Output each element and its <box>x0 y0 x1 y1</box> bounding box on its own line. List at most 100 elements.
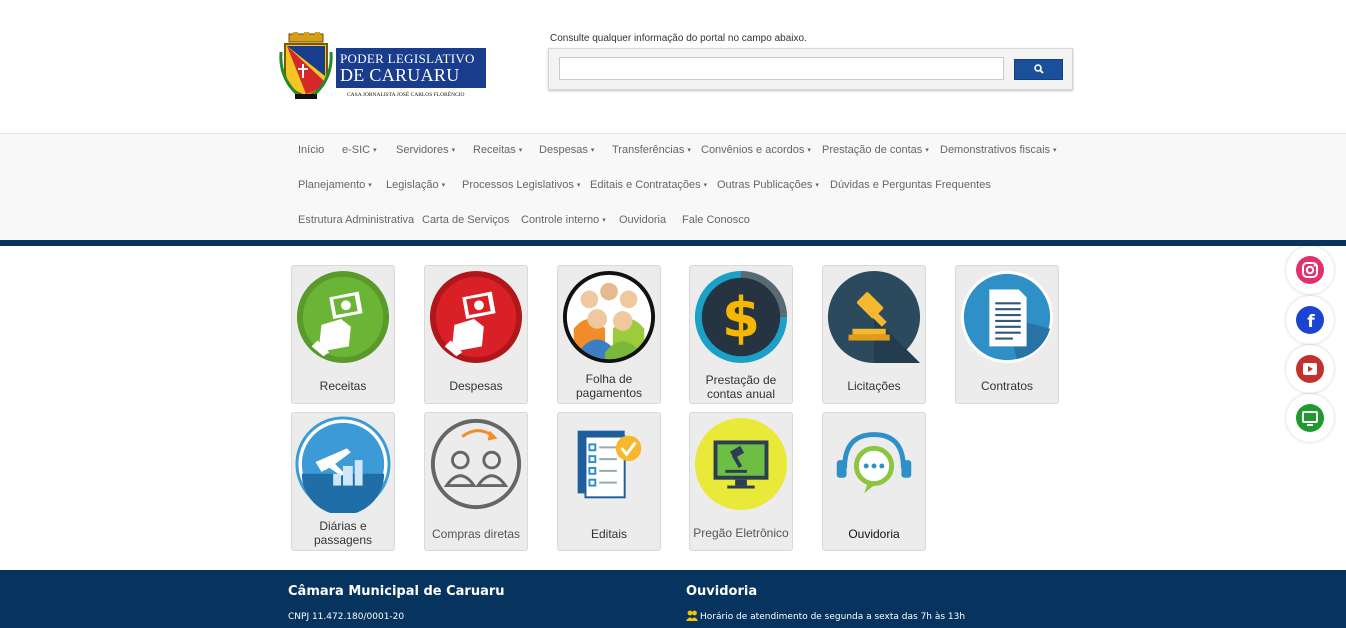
nav-item-label: Início <box>298 144 325 156</box>
tile-label: Diárias e passagens <box>313 519 373 547</box>
logo-subtitle: CASA JORNALISTA JOSÉ CARLOS FLORÊNCIO <box>347 92 465 98</box>
tile-label: Pregão Eletrônico <box>693 526 789 540</box>
search-button[interactable] <box>1014 59 1063 80</box>
tile-compras-diretas[interactable]: Compras diretas <box>424 412 528 551</box>
tv-icon <box>1296 404 1324 432</box>
tile-pregao-eletronico[interactable]: Pregão Eletrônico <box>689 412 793 551</box>
nav-item-label: Controle interno <box>521 214 600 226</box>
checklist-icon <box>577 430 642 499</box>
site-footer: Câmara Municipal de Caruaru CNPJ 11.472.… <box>0 570 1346 628</box>
nav-item-label: Carta de Serviços <box>422 214 510 226</box>
nav-item[interactable]: Processos Legislativos ▾ <box>462 179 580 191</box>
nav-item-label: Fale Conosco <box>682 214 750 226</box>
caret-down-icon: ▾ <box>815 182 819 189</box>
caret-down-icon: ▾ <box>441 182 446 189</box>
search-form <box>548 48 1073 90</box>
instagram-link[interactable] <box>1286 246 1334 294</box>
money-hand-icon <box>296 270 390 364</box>
tile-receitas[interactable]: Receitas <box>291 265 395 404</box>
footer-cnpj: CNPJ 11.472.180/0001-20 <box>288 612 405 622</box>
dollar-icon: $ <box>694 270 788 364</box>
site-logo[interactable]: PODER LEGISLATIVO DE CARUARU CASA JORNAL… <box>277 32 487 102</box>
nav-item[interactable]: Início <box>298 144 324 156</box>
nav-item[interactable]: Receitas ▾ <box>473 144 522 156</box>
caret-down-icon: ▾ <box>687 147 691 154</box>
footer-ouvidoria-title: Ouvidoria <box>686 584 758 599</box>
nav-item[interactable]: Estrutura Administrativa <box>298 214 414 226</box>
nav-item-label: Planejamento <box>298 179 366 191</box>
tile-label: Contratos <box>980 379 1034 393</box>
coat-of-arms-icon <box>279 32 333 99</box>
nav-bottom-bar <box>0 240 1346 246</box>
nav-item-label: Demonstrativos fiscais <box>940 144 1051 156</box>
nav-item[interactable]: Controle interno ▾ <box>521 214 606 226</box>
tile-label: Ouvidoria <box>848 527 900 541</box>
nav-item-label: Outras Publicações <box>717 179 813 191</box>
nav-item-label: Prestação de contas <box>822 144 923 156</box>
tile-editais[interactable]: Editais <box>557 412 661 551</box>
nav-item[interactable]: e-SIC ▾ <box>342 144 377 156</box>
nav-item[interactable]: Fale Conosco <box>682 214 750 226</box>
nav-item[interactable]: Despesas ▾ <box>539 144 594 156</box>
tile-licitacoes[interactable]: Licitações <box>822 265 926 404</box>
facebook-icon: f <box>1296 306 1324 334</box>
nav-item-label: Processos Legislativos <box>462 179 574 191</box>
nav-item-label: Despesas <box>539 144 588 156</box>
search-input[interactable] <box>559 57 1004 80</box>
caret-down-icon: ▾ <box>576 182 581 189</box>
nav-item[interactable]: Convênios e acordos ▾ <box>701 144 811 156</box>
tile-prestacao-de-contas-anual[interactable]: $ Prestação de contas anual <box>689 265 793 404</box>
online-auction-icon <box>694 417 788 511</box>
nav-item-label: Receitas <box>473 144 516 156</box>
tv-link[interactable] <box>1286 394 1334 442</box>
nav-item[interactable]: Planejamento ▾ <box>298 179 372 191</box>
main-navigation: Início e-SIC ▾ Servidores ▾ Receitas ▾ Despesas… <box>0 133 1346 241</box>
gavel-icon <box>827 270 921 364</box>
nav-item[interactable]: Legislação ▾ <box>386 179 445 191</box>
nav-item[interactable]: Editais e Contratações ▾ <box>590 179 707 191</box>
caret-down-icon: ▾ <box>451 147 456 154</box>
youtube-icon <box>1296 355 1324 383</box>
caret-down-icon: ▾ <box>602 217 606 224</box>
nav-item[interactable]: Servidores ▾ <box>396 144 455 156</box>
nav-item[interactable]: Transferências ▾ <box>612 144 691 156</box>
tile-folha-de-pagamentos[interactable]: Folha de pagamentos <box>557 265 661 404</box>
svg-text:f: f <box>1307 312 1315 332</box>
document-icon <box>960 270 1054 364</box>
tile-label: Editais <box>590 527 628 541</box>
facebook-link[interactable]: f <box>1286 296 1334 344</box>
people-transfer-icon <box>430 418 522 510</box>
caret-down-icon: ▾ <box>807 147 811 154</box>
nav-item-label: Ouvidoria <box>619 214 667 226</box>
tile-label: Licitações <box>847 379 901 393</box>
nav-item[interactable]: Outras Publicações ▾ <box>717 179 819 191</box>
tile-despesas[interactable]: Despesas <box>424 265 528 404</box>
tile-label: Receitas <box>319 379 367 393</box>
tile-diarias-e-passagens[interactable]: Diárias e passagens <box>291 412 395 551</box>
caret-down-icon: ▾ <box>590 147 595 154</box>
nav-item-label: Convênios e acordos <box>701 144 805 156</box>
search-hint: Consulte qualquer informação do portal n… <box>550 33 807 44</box>
headset-chat-icon <box>836 432 912 494</box>
caret-down-icon: ▾ <box>373 147 377 154</box>
caret-down-icon: ▾ <box>1053 147 1057 154</box>
tile-contratos[interactable]: Contratos <box>955 265 1059 404</box>
caret-down-icon: ▾ <box>925 147 929 154</box>
youtube-link[interactable] <box>1286 345 1334 393</box>
nav-item[interactable]: Dúvidas e Perguntas Frequentes <box>830 179 991 191</box>
footer-institution-title: Câmara Municipal de Caruaru <box>288 584 505 599</box>
nav-item[interactable]: Carta de Serviços <box>422 214 509 226</box>
plane-city-icon <box>295 416 391 513</box>
caret-down-icon: ▾ <box>518 147 523 154</box>
tile-label: Compras diretas <box>431 527 521 541</box>
nav-item-label: Legislação <box>386 179 439 191</box>
nav-item-label: e-SIC <box>342 144 371 156</box>
nav-item[interactable]: Prestação de contas ▾ <box>822 144 929 156</box>
caret-down-icon: ▾ <box>368 182 372 189</box>
nav-item[interactable]: Demonstrativos fiscais ▾ <box>940 144 1057 156</box>
nav-item[interactable]: Ouvidoria <box>619 214 666 226</box>
tile-ouvidoria[interactable]: Ouvidoria <box>822 412 926 551</box>
svg-text:$: $ <box>722 286 760 350</box>
users-icon <box>686 610 698 621</box>
tile-label: Folha de pagamentos <box>575 372 643 400</box>
